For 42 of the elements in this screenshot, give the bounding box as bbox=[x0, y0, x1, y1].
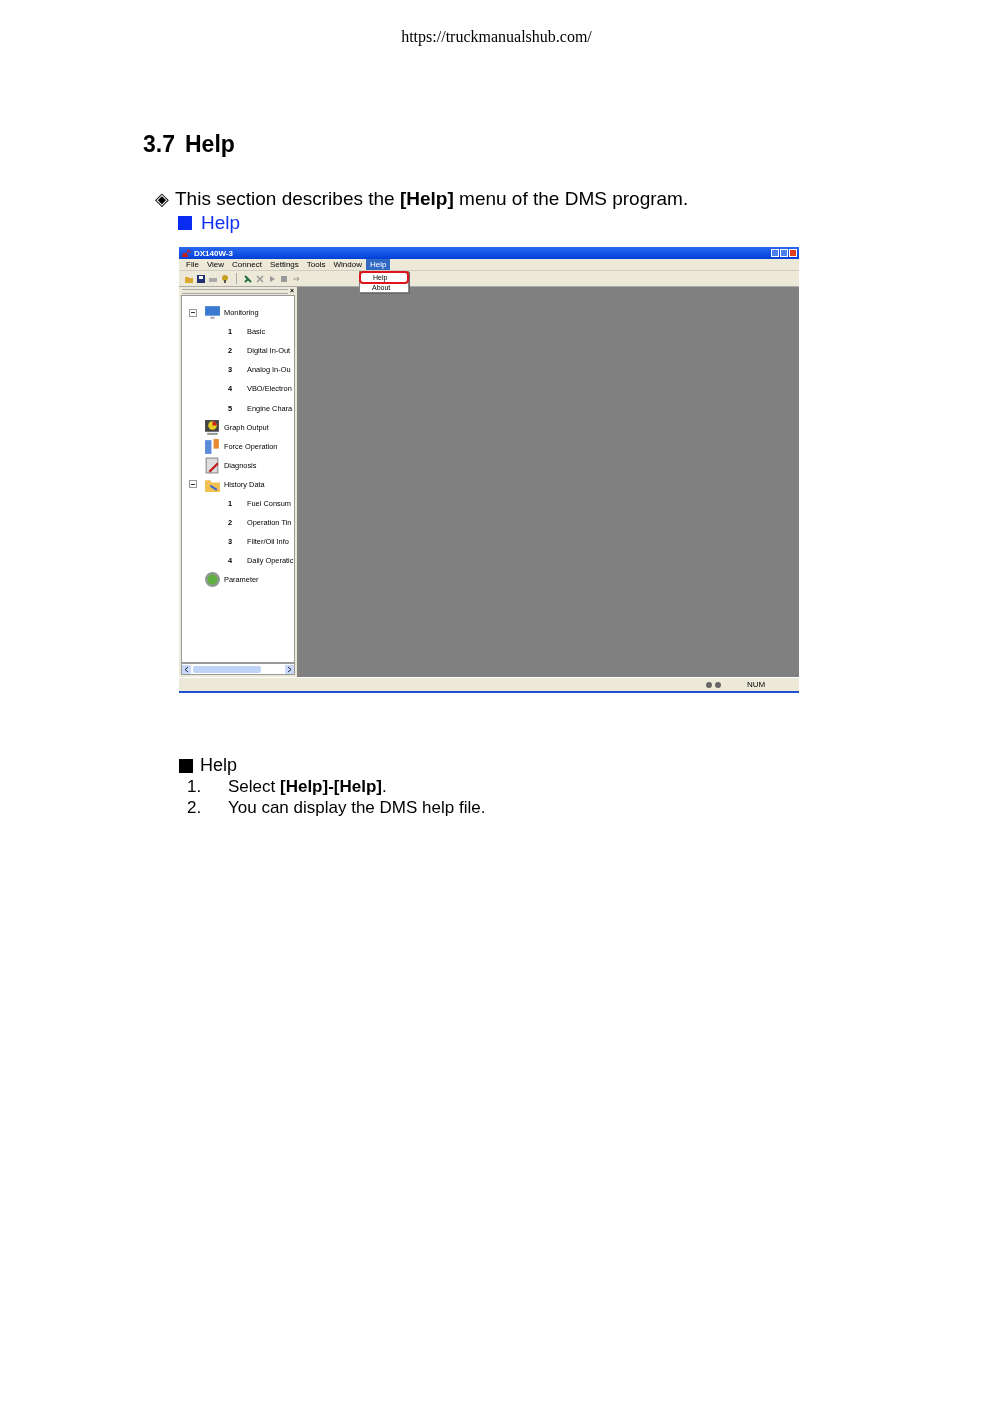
scroll-left-icon[interactable] bbox=[182, 664, 191, 674]
step-text: Select [Help]-[Help]. bbox=[228, 777, 387, 797]
status-indicator: NUM bbox=[747, 680, 766, 689]
collapse-toggle[interactable] bbox=[189, 308, 197, 317]
minimize-button[interactable] bbox=[771, 249, 779, 257]
disconnect-icon[interactable] bbox=[256, 274, 264, 283]
save-icon[interactable] bbox=[197, 274, 205, 283]
connect-icon[interactable] bbox=[244, 274, 252, 283]
menu-item[interactable]: Settings bbox=[265, 259, 303, 270]
monitor-icon bbox=[204, 304, 221, 322]
step-number: 2. bbox=[186, 798, 203, 818]
maximize-button[interactable] bbox=[780, 249, 788, 257]
bullet-icon: ◈ bbox=[155, 188, 169, 210]
close-button[interactable] bbox=[789, 249, 797, 257]
horizontal-scrollbar[interactable] bbox=[181, 663, 295, 675]
intro-text: This section describes the [Help] menu of the DMS program. bbox=[175, 188, 689, 210]
square-icon bbox=[178, 216, 192, 230]
chart-icon bbox=[204, 418, 221, 436]
collapse-toggle[interactable] bbox=[189, 480, 197, 489]
tools-icon bbox=[204, 437, 221, 455]
menu-item[interactable]: Window bbox=[329, 259, 366, 270]
section-title: Help bbox=[185, 131, 235, 158]
menu-item[interactable]: View bbox=[202, 259, 229, 270]
excavator-icon bbox=[181, 249, 191, 257]
window-title: DX140W-3 bbox=[194, 248, 233, 258]
stop-icon[interactable] bbox=[280, 274, 288, 283]
subsection-title: Help bbox=[200, 755, 238, 776]
menu-item[interactable]: Connect bbox=[228, 259, 266, 270]
arrow-icon[interactable] bbox=[292, 274, 300, 283]
menu-item[interactable]: File bbox=[182, 259, 203, 270]
section-number: 3.7 bbox=[143, 131, 175, 158]
step-number: 1. bbox=[186, 777, 203, 797]
square-icon bbox=[179, 758, 193, 773]
menu-item[interactable]: Tools bbox=[302, 259, 330, 270]
section-link[interactable]: Help bbox=[201, 212, 241, 234]
page-header: https://truckmanualshub.com/ bbox=[400, 27, 593, 46]
menu-item[interactable]: Help bbox=[365, 259, 391, 270]
scroll-right-icon[interactable] bbox=[285, 664, 294, 674]
gear-icon bbox=[204, 571, 221, 589]
play-icon[interactable] bbox=[268, 274, 276, 283]
document-icon bbox=[204, 456, 221, 474]
step-text: You can display the DMS help file. bbox=[228, 798, 486, 818]
